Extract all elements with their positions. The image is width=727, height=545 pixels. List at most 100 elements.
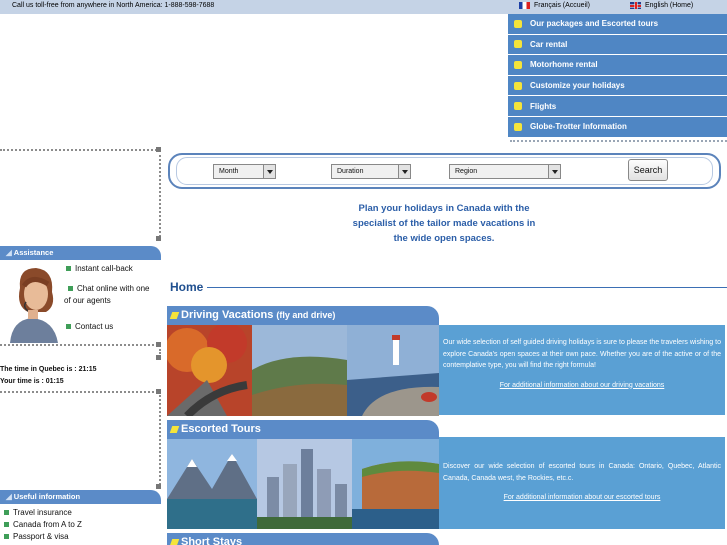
useful-info-title: Useful information [13,492,81,501]
escorted-tours-tab[interactable]: Escorted Tours [167,420,439,439]
nav-item-customize[interactable]: Customize your holidays [508,75,727,97]
useful-item-insurance[interactable]: Travel insurance [4,507,82,519]
bullet-icon [514,19,522,28]
region-select[interactable]: Region [449,164,561,179]
callback-label: Instant call-back [75,264,133,273]
contact-label: Contact us [75,322,114,331]
nav-item-car-rental[interactable]: Car rental [508,34,727,56]
top-bar: Call us toll-free from anywhere in North… [0,0,727,14]
bullet-icon [4,522,9,527]
month-select-value: Month [219,168,239,175]
lang-french-link[interactable]: Français (Accueil) [519,2,590,9]
divider [159,395,161,485]
useful-item-label: Canada from A to Z [13,520,82,529]
section-description: Our wide selection of self guided drivin… [443,339,721,369]
nav-label: Car rental [530,39,568,49]
nav-label: Flights [530,101,557,111]
bullet-icon [514,122,522,131]
assistance-header: ◢ Assistance [0,246,161,260]
chat-label: Chat online with one [77,284,150,293]
local-time: Your time is : 01:15 [0,378,64,385]
chevron-down-icon [548,165,560,178]
chevron-down-icon [263,165,275,178]
divider-corner [156,389,161,394]
callback-link[interactable]: Instant call-back [66,264,133,273]
nav-item-motorhome[interactable]: Motorhome rental [508,55,727,76]
divider [0,149,160,151]
section-title: Driving Vacations [181,309,274,321]
escorted-tours-image[interactable] [167,439,439,529]
escorted-tours-text: Discover our wide selection of escorted … [439,437,725,529]
bullet-icon [4,534,9,539]
bullet-icon [4,510,9,515]
useful-item-label: Passport & visa [13,532,69,541]
time-info: The time in Quebec is : 21:15 Your time … [0,364,96,388]
french-flag-icon [519,2,530,9]
divider-corner [156,342,161,347]
duration-select[interactable]: Duration [331,164,411,179]
lang-french-label: Français (Accueil) [534,2,591,9]
assistance-title: Assistance [13,248,54,257]
search-button[interactable]: Search [628,159,668,181]
useful-info-header: ◢ Useful information [0,490,161,504]
driving-vacations-link[interactable]: For additional information about our dri… [443,380,721,392]
driving-vacations-text: Our wide selection of self guided drivin… [439,325,725,415]
bullet-icon [68,286,73,291]
nav-label: Globe-Trotter Information [530,122,627,132]
nav-divider [510,140,727,142]
nav-label: Motorhome rental [530,60,598,70]
chat-label: of our agents [64,296,111,305]
chevron-down-icon [398,165,410,178]
quebec-time: The time in Quebec is : 21:15 [0,366,97,373]
bullet-icon [66,324,71,329]
divider-corner [156,355,161,360]
nav-item-packages[interactable]: Our packages and Escorted tours [508,14,727,35]
section-subtitle: (fly and drive) [276,310,336,320]
lang-english-link[interactable]: English (Home) [630,2,693,9]
bullet-icon [514,60,522,69]
useful-info-list: Travel insurance Canada from A to Z Pass… [4,507,82,543]
short-stays-tab[interactable]: Short Stays [167,533,439,545]
nav-item-flights[interactable]: Flights [508,96,727,117]
uk-flag-icon [630,2,641,9]
nav-item-globe-trotter[interactable]: Globe-Trotter Information [508,116,727,138]
agent-photo [2,262,62,343]
divider [0,344,158,346]
bullet-icon [66,266,71,271]
divider-corner [156,147,161,152]
section-title: Short Stays [181,536,243,545]
useful-item-label: Travel insurance [13,508,72,517]
divider-corner [156,236,161,241]
escorted-tours-link[interactable]: For additional information about our esc… [443,492,721,504]
search-bar: Month Duration Region Search [168,153,721,189]
divider-corner [156,484,161,489]
contact-link[interactable]: Contact us [66,322,113,331]
tagline-line: Plan your holidays in Canada with the [358,203,530,214]
assistance-box: Instant call-back Chat online with one o… [0,262,161,344]
useful-item-canada[interactable]: Canada from A to Z [4,519,82,531]
section-title: Escorted Tours [181,423,261,435]
main-nav: Our packages and Escorted tours Car rent… [508,14,727,138]
divider [0,391,158,393]
nav-label: Our packages and Escorted tours [530,19,659,29]
tagline-line: the wide open spaces. [393,233,495,244]
driving-vacations-image[interactable] [167,325,439,416]
bullet-icon [514,81,522,90]
stripe-icon: ◢ [6,248,12,257]
nav-label: Customize your holidays [530,81,625,91]
bullet-icon [514,40,522,49]
chat-link[interactable]: Chat online with one of our agents [64,283,150,307]
month-select[interactable]: Month [213,164,276,179]
divider [159,155,161,237]
lang-english-label: English (Home) [645,2,694,9]
title-underline [207,287,727,288]
tagline-line: specialist of the tailor made vacations … [352,218,536,229]
duration-select-value: Duration [337,168,364,175]
driving-vacations-tab[interactable]: Driving Vacations (fly and drive) [167,306,439,325]
bullet-icon [514,102,522,111]
tollfree-text: Call us toll-free from anywhere in North… [12,2,215,9]
page-title: Home [170,280,204,294]
useful-item-passport[interactable]: Passport & visa [4,531,82,543]
section-description: Discover our wide selection of escorted … [443,463,721,482]
stripe-icon: ◢ [6,492,12,501]
